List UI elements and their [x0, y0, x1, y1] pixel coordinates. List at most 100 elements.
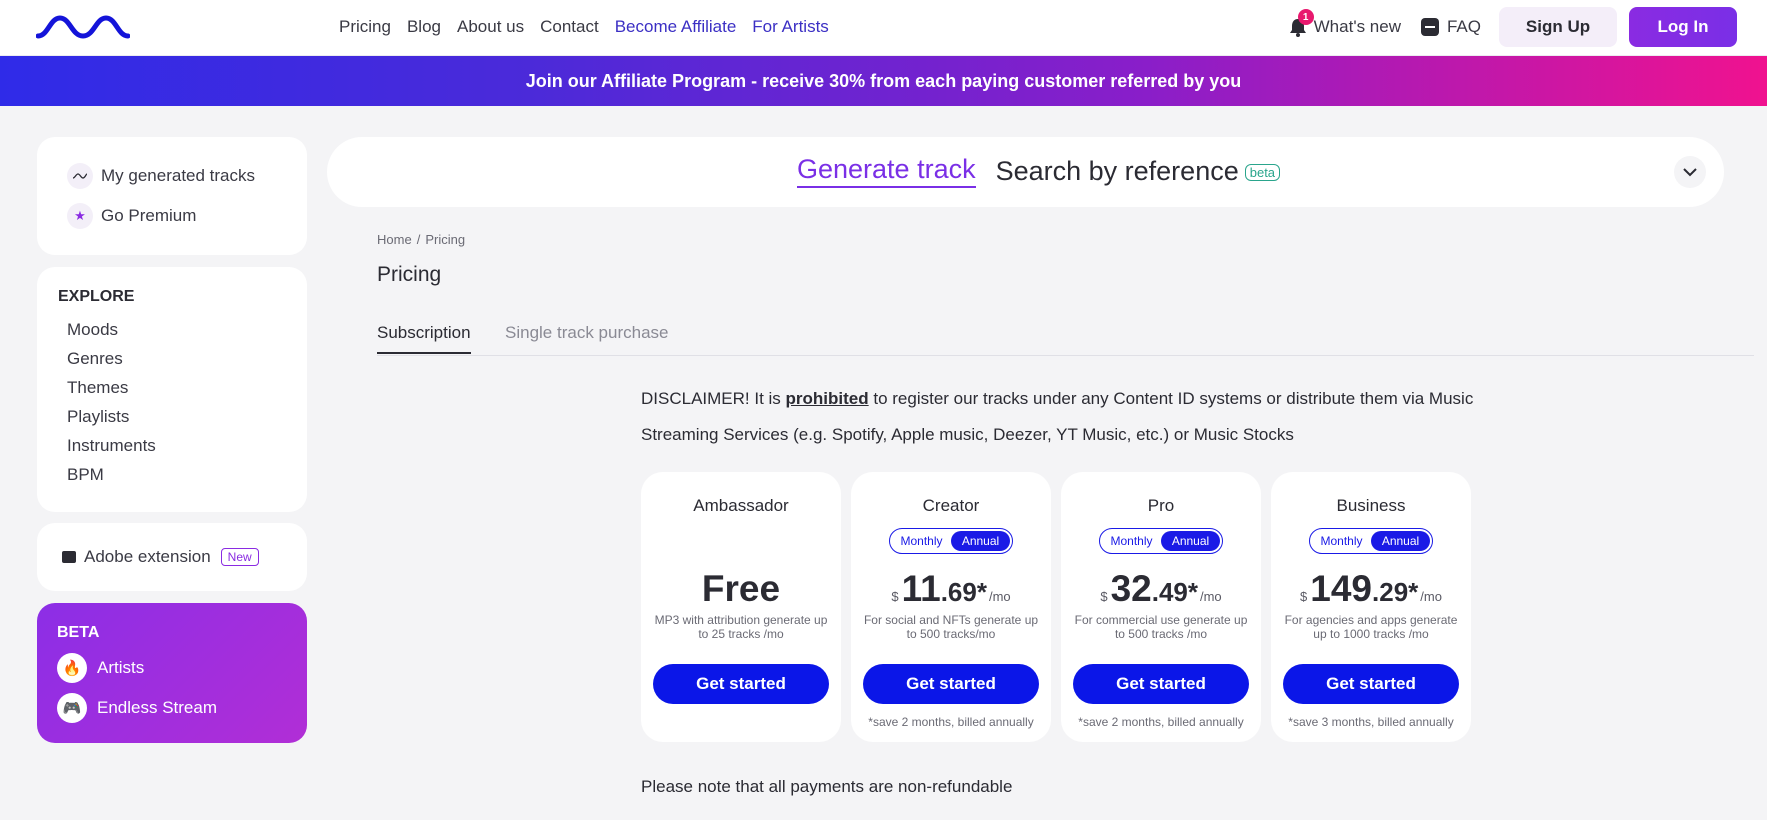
nav-blog[interactable]: Blog [407, 17, 441, 37]
new-badge: New [220, 548, 259, 566]
price-period: /mo [988, 589, 1011, 604]
get-started-button[interactable]: Get started [863, 664, 1039, 704]
beta-item-label: Endless Stream [97, 698, 217, 717]
breadcrumb-separator: / [416, 232, 421, 247]
price-period: /mo [1420, 589, 1442, 604]
price-decimal: .69* [940, 577, 987, 607]
breadcrumb: Home / Pricing [377, 232, 465, 247]
tab-label: Search by reference [995, 155, 1239, 186]
tab-single-track-purchase[interactable]: Single track purchase [505, 323, 668, 343]
explore-item-themes[interactable]: Themes [67, 378, 156, 407]
plan-description: MP3 with attribution generate up to 25 t… [654, 613, 828, 641]
whats-new-label: What's new [1313, 17, 1401, 36]
save-note: *save 3 months, billed annually [1288, 715, 1454, 729]
nav-about-us[interactable]: About us [457, 17, 524, 37]
breadcrumb-home[interactable]: Home [377, 232, 412, 247]
explore-item-instruments[interactable]: Instruments [67, 436, 156, 465]
explore-title: EXPLORE [58, 288, 135, 305]
disclaimer-text: DISCLAIMER! It is prohibited to register… [641, 381, 1491, 453]
get-started-button[interactable]: Get started [1073, 664, 1249, 704]
main-nav: Pricing Blog About us Contact Become Aff… [339, 17, 829, 37]
plan-card-pro: Pro Monthly Annual $ 32 .49* /mo For com… [1061, 472, 1261, 742]
toggle-monthly[interactable]: Monthly [1312, 531, 1371, 551]
tab-generate-track[interactable]: Generate track [797, 154, 976, 188]
notification-badge: 1 [1297, 9, 1314, 25]
page-title: Pricing [377, 263, 442, 286]
plan-price: $ 32 .49* /mo [1061, 568, 1261, 610]
price-currency: $ [1100, 589, 1108, 604]
billing-toggle[interactable]: Monthly Annual [889, 528, 1013, 554]
plan-name: Creator [922, 496, 980, 515]
price-decimal: .29* [1372, 577, 1419, 607]
toggle-monthly[interactable]: Monthly [1102, 531, 1161, 551]
plan-name: Ambassador [693, 496, 789, 515]
top-header: Pricing Blog About us Contact Become Aff… [0, 0, 1767, 56]
plan-description: For commercial use generate up to 500 tr… [1074, 613, 1248, 641]
sign-up-button[interactable]: Sign Up [1499, 7, 1617, 47]
disclaimer-lead: DISCLAIMER! It is [641, 389, 786, 408]
fire-icon: 🔥 [57, 653, 87, 683]
star-icon: ★ [67, 203, 93, 229]
save-note: *save 2 months, billed annually [868, 715, 1034, 729]
plan-name: Pro [1147, 496, 1175, 515]
tab-subscription[interactable]: Subscription [377, 323, 471, 354]
plan-card-ambassador: Ambassador Free MP3 with attribution gen… [641, 472, 841, 742]
header-actions: 1 What's new FAQ Sign Up Log In [1289, 7, 1737, 47]
explore-item-moods[interactable]: Moods [67, 320, 156, 349]
breadcrumb-current: Pricing [425, 232, 466, 247]
toggle-annual[interactable]: Annual [1371, 531, 1430, 551]
expand-button[interactable] [1674, 156, 1706, 188]
nav-contact[interactable]: Contact [540, 17, 599, 37]
toggle-annual[interactable]: Annual [951, 531, 1010, 551]
adobe-extension-link[interactable]: Adobe extension New [62, 547, 259, 567]
price-period: /mo [1199, 589, 1222, 604]
faq-label: FAQ [1446, 17, 1481, 36]
beta-item-endless-stream[interactable]: 🎮 Endless Stream [57, 693, 217, 723]
sidebar-item-my-tracks[interactable]: My generated tracks [67, 163, 255, 189]
affiliate-banner[interactable]: Join our Affiliate Program - receive 30%… [0, 56, 1767, 106]
whats-new-link[interactable]: 1 What's new [1289, 9, 1401, 37]
explore-item-playlists[interactable]: Playlists [67, 407, 156, 436]
refund-note: Please note that all payments are non-re… [641, 777, 1013, 796]
tab-search-by-reference[interactable]: Search by reference beta [995, 155, 1281, 187]
price-currency: $ [1300, 589, 1308, 604]
laptop-icon [62, 551, 76, 563]
beta-item-label: Artists [97, 658, 145, 677]
explore-card: EXPLORE Moods Genres Themes Playlists In… [37, 267, 307, 512]
nav-become-affiliate[interactable]: Become Affiliate [615, 17, 737, 37]
nav-pricing[interactable]: Pricing [339, 17, 391, 37]
toggle-annual[interactable]: Annual [1161, 531, 1220, 551]
price-currency: $ [891, 589, 899, 604]
plan-price: Free [641, 568, 841, 610]
adobe-extension-label: Adobe extension [84, 547, 211, 566]
billing-toggle[interactable]: Monthly Annual [1099, 528, 1223, 554]
sidebar-item-go-premium[interactable]: ★ Go Premium [67, 203, 196, 229]
sidebar-item-label: My generated tracks [101, 166, 256, 185]
plan-price: $ 149 .29* /mo [1271, 568, 1471, 610]
get-started-button[interactable]: Get started [653, 664, 829, 704]
generator-tabs: Generate track Search by reference beta [797, 154, 1281, 188]
price-value: Free [701, 568, 781, 609]
generator-bar: Generate track Search by reference beta [327, 137, 1724, 207]
explore-item-genres[interactable]: Genres [67, 349, 156, 378]
nav-for-artists[interactable]: For Artists [752, 17, 829, 37]
price-integer: 149 [1310, 568, 1373, 609]
get-started-button[interactable]: Get started [1283, 664, 1459, 704]
sidebar-item-label: Go Premium [101, 206, 197, 225]
beta-card: BETA 🔥 Artists 🎮 Endless Stream [37, 603, 307, 743]
beta-item-artists[interactable]: 🔥 Artists [57, 653, 144, 683]
price-decimal: .49* [1151, 577, 1198, 607]
billing-toggle[interactable]: Monthly Annual [1309, 528, 1433, 554]
price-integer: 11 [901, 568, 941, 609]
log-in-button[interactable]: Log In [1629, 7, 1737, 47]
faq-link[interactable]: FAQ [1420, 17, 1481, 37]
price-integer: 32 [1110, 568, 1152, 609]
save-note: *save 2 months, billed annually [1078, 715, 1244, 729]
toggle-monthly[interactable]: Monthly [892, 531, 951, 551]
adobe-card: Adobe extension New [37, 523, 307, 591]
logo-icon[interactable] [36, 12, 130, 42]
plan-description: For agencies and apps generate up to 100… [1284, 613, 1458, 641]
plan-card-business: Business Monthly Annual $ 149 .29* /mo F… [1271, 472, 1471, 742]
explore-item-bpm[interactable]: BPM [67, 465, 156, 494]
wave-icon [67, 163, 93, 189]
